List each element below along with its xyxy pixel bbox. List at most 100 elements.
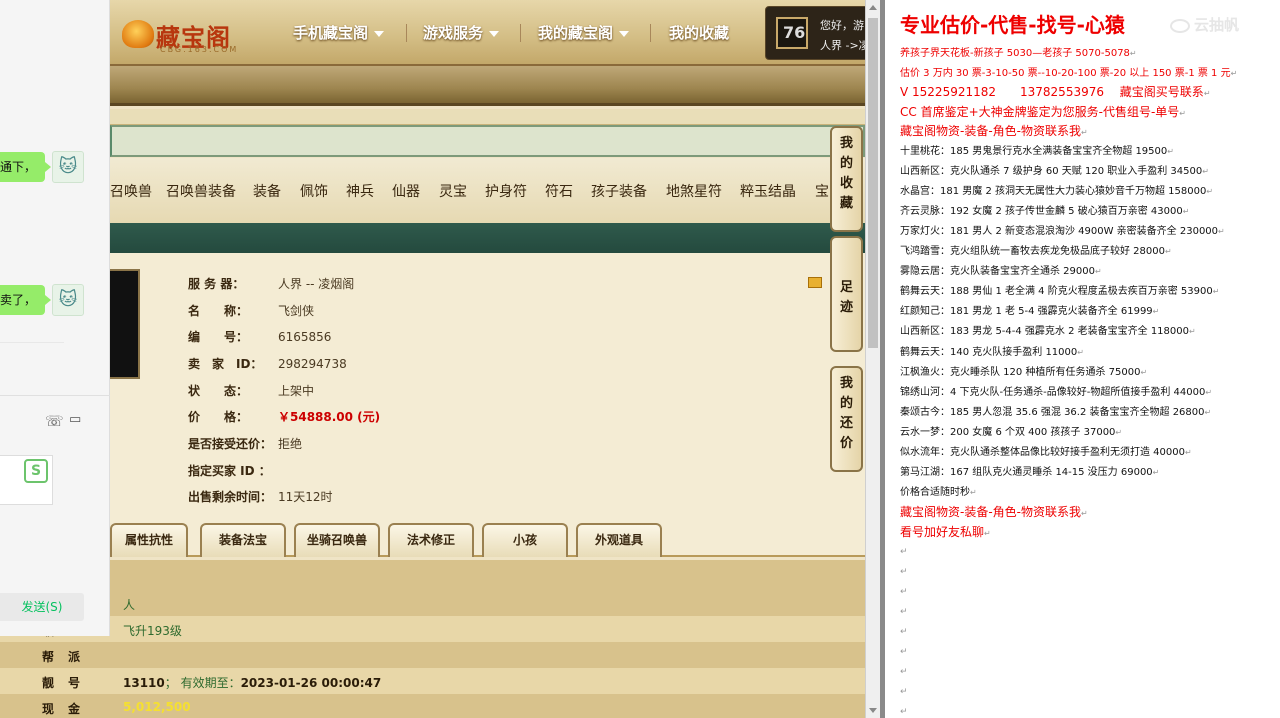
cat-avatar-icon[interactable]: 🐱	[52, 151, 84, 183]
detail-id: 编 号： 6165856	[188, 330, 332, 344]
send-button[interactable]: 发送(S)	[0, 593, 84, 621]
category-child-equipment[interactable]: 孩子装备	[591, 181, 647, 201]
tab-appearance[interactable]: 外观道具	[576, 523, 662, 557]
document-line: 估价 3 万内 30 票-3-10-50 票--10-20-100 票-20 以…	[900, 67, 1238, 79]
nav-mobile-cbg[interactable]: 手机藏宝阁	[293, 22, 385, 43]
section-header-bar	[110, 223, 865, 253]
empty-paragraph: ↵	[900, 667, 908, 677]
watermark: 云抽帆	[1170, 14, 1239, 35]
category-amulets[interactable]: 护身符	[485, 181, 527, 201]
document-line: V 15225921182 13782553976 藏宝阁买号联系↵	[900, 85, 1211, 99]
category-jade-crystals[interactable]: 粹玉结晶	[740, 181, 796, 201]
category-pet-equipment[interactable]: 召唤兽装备	[166, 181, 236, 201]
divider	[0, 342, 64, 343]
document-line: 藏宝阁物资-装备-角色-物资联系我↵	[900, 505, 1088, 520]
nav-my-cbg[interactable]: 我的藏宝阁	[538, 22, 630, 43]
scroll-down-icon[interactable]	[869, 708, 877, 713]
treasure-bag-icon	[122, 20, 154, 48]
favorite-mini-icon[interactable]	[808, 277, 822, 288]
empty-paragraph: ↵	[900, 707, 908, 717]
detail-seller: 卖 家 ID： 298294738	[188, 357, 347, 371]
category-rune-stones[interactable]: 符石	[545, 181, 573, 201]
empty-paragraph: ↵	[900, 607, 908, 617]
document-line: 红颜知己：181 男龙 1 老 5-4 强霹克火装备齐全 61999↵	[900, 306, 1160, 318]
tab-spell-mods[interactable]: 法术修正	[388, 523, 474, 557]
character-info-table: 人 级飞升193级 帮派 靓号13110； 有效期至：2023-01-26 00…	[0, 560, 865, 718]
document-line: 藏宝阁物资-装备-角色-物资联系我↵	[900, 124, 1088, 138]
document-line: 鹤舞云天：188 男仙 1 老全满 4 阶克火程度孟极去疾百万亲密 53900↵	[900, 286, 1220, 298]
character-thumbnail	[110, 269, 140, 379]
page-scrollbar[interactable]	[865, 0, 880, 718]
nav-game-service[interactable]: 游戏服务	[423, 22, 500, 43]
document-line: 江枫渔火：克火睡杀队 120 种植所有任务通杀 75000↵	[900, 366, 1148, 378]
document-line: CC 首席鉴定+大神金牌鉴定为您服务-代售组号-单号↵	[900, 104, 1186, 119]
search-bar[interactable]	[110, 125, 865, 157]
tab-attributes[interactable]: 属性抗性	[110, 523, 188, 557]
tab-equipment[interactable]: 装备法宝	[200, 523, 286, 557]
side-button-label: 我的收藏	[839, 136, 853, 211]
document-line: 养孩子界天花板-新孩子 5030—老孩子 5070-5078↵	[900, 48, 1137, 59]
category-immortal-items[interactable]: 仙器	[392, 181, 420, 201]
eye-icon	[1170, 18, 1190, 33]
video-call-icon[interactable]: ▭	[69, 412, 81, 427]
item-detail-panel: 服 务 器： 人界 -- 凌烟阁 名 称： 飞剑侠 编 号： 6165856 卖 家 …	[110, 253, 865, 515]
category-pets[interactable]: 召唤兽	[110, 181, 152, 201]
side-button-history[interactable]: 足迹	[830, 236, 863, 352]
empty-paragraph: ↵	[900, 627, 908, 637]
empty-paragraph: ↵	[900, 547, 908, 557]
nav-divider	[406, 24, 407, 42]
category-equipment[interactable]: 装备	[253, 181, 281, 201]
empty-paragraph: ↵	[900, 587, 908, 597]
category-treasure[interactable]: 宝	[815, 181, 829, 201]
document-line: 十里桃花：185 男鬼景行克水全满装备宝宝齐全物超 19500↵	[900, 145, 1174, 157]
nav-my-favorites[interactable]: 我的收藏	[669, 22, 729, 43]
scroll-up-icon[interactable]	[869, 5, 877, 10]
ime-panel: S	[0, 455, 53, 505]
table-row: 现金 5,012,500	[42, 700, 191, 716]
side-button-my-offers[interactable]: 我的还价	[830, 366, 863, 472]
user-greeting: 您好，游	[820, 19, 864, 32]
category-spirit-treasure[interactable]: 灵宝	[439, 181, 467, 201]
document-line: 锦绣山河：4 下克火队-任务通杀-品像较好-物超所值接手盈利 44000↵	[900, 386, 1213, 398]
scrollbar-thumb[interactable]	[868, 18, 878, 348]
document-line: 山西新区：183 男龙 5-4-4 强霹克水 2 老装备宝宝齐全 118000↵	[900, 326, 1196, 338]
document-line: 鹤舞云天：140 克火队接手盈利 11000↵	[900, 346, 1084, 358]
table-row: 级飞升193级	[0, 616, 865, 642]
category-star-charms[interactable]: 地煞星符	[666, 181, 722, 201]
table-row: 人	[123, 598, 136, 612]
nav-label: 游戏服务	[423, 24, 484, 42]
category-divine-weapons[interactable]: 神兵	[346, 181, 374, 201]
user-server: 人界 ->凌	[820, 39, 870, 52]
cbg-logo[interactable]: 藏宝阁 CBG.163.COM	[122, 12, 236, 54]
document-line: 云水一梦：200 女魔 6 个双 400 孩孩子 37000↵	[900, 426, 1123, 438]
avatar: 76	[776, 17, 808, 49]
document-line: 看号加好友私聊↵	[900, 525, 991, 540]
chevron-down-icon	[619, 30, 630, 37]
empty-paragraph: ↵	[900, 647, 908, 657]
sogou-ime-icon[interactable]: S	[24, 459, 48, 483]
side-button-favorites[interactable]: 我的收藏	[830, 126, 863, 232]
detail-status: 状 态： 上架中	[188, 384, 315, 398]
nav-label: 我的收藏	[669, 24, 730, 42]
user-box[interactable]: 76 您好，游 人界 ->凌	[765, 6, 880, 60]
document-line: 价格合适随时秒↵	[900, 487, 977, 499]
chat-bubble[interactable]: 通下，	[0, 152, 51, 182]
header-strip	[110, 109, 865, 125]
detail-buyer: 指定买家 ID ：	[188, 464, 271, 478]
document-line: 山西新区：克火队通杀 7 级护身 60 天赋 120 职业入手盈利 34500↵	[900, 165, 1209, 177]
cat-avatar-icon[interactable]: 🐱	[52, 284, 84, 316]
tab-children[interactable]: 小孩	[482, 523, 568, 557]
document-line: 第马江湖：167 组队克火通灵睡杀 14-15 没压力 69000↵	[900, 467, 1160, 479]
document-line: 似水流年：克火队通杀整体品像比较好接手盈利无须打造 40000↵	[900, 447, 1192, 458]
category-bar: 召唤兽 召唤兽装备 装备 佩饰 神兵 仙器 灵宝 护身符 符石 孩子装备 地煞星…	[110, 158, 865, 224]
phone-icon[interactable]: ☏	[45, 412, 64, 430]
detail-counter-offer: 是否接受还价： 拒绝	[188, 437, 303, 451]
table-row: 帮派	[42, 650, 95, 664]
chat-bubble[interactable]: 卖了，	[0, 285, 51, 315]
nav-divider	[520, 24, 521, 42]
document-title: 专业估价-代售-找号-心猿	[900, 13, 1125, 37]
chevron-down-icon	[374, 30, 385, 37]
category-accessories[interactable]: 佩饰	[300, 181, 328, 201]
side-button-label: 足迹	[839, 280, 853, 315]
tab-mounts-pets[interactable]: 坐骑召唤兽	[294, 523, 380, 557]
